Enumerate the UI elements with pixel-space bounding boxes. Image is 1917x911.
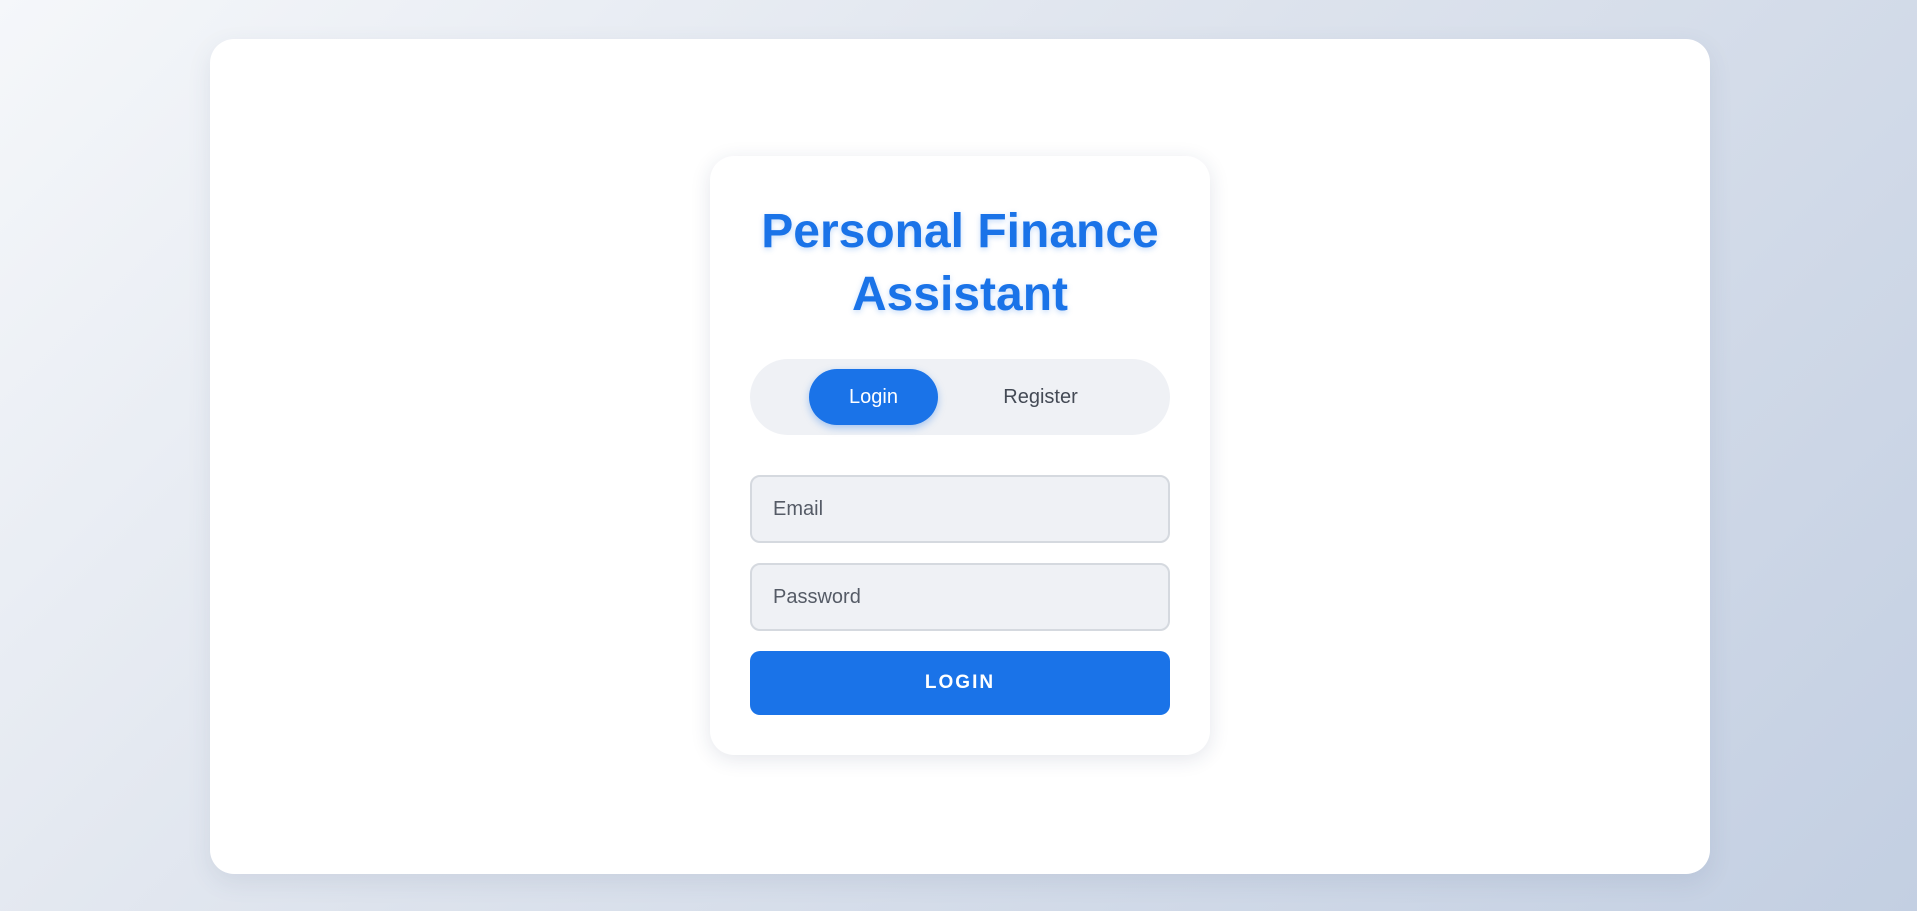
tab-register[interactable]: Register bbox=[970, 369, 1111, 425]
password-field[interactable] bbox=[750, 563, 1170, 631]
tab-login[interactable]: Login bbox=[809, 369, 938, 425]
email-field[interactable] bbox=[750, 475, 1170, 543]
auth-mode-toggle: Login Register bbox=[750, 359, 1170, 435]
login-button[interactable]: LOGIN bbox=[750, 651, 1170, 715]
auth-card: Personal Finance Assistant Login Registe… bbox=[710, 156, 1210, 755]
page-title: Personal Finance Assistant bbox=[761, 205, 1159, 321]
